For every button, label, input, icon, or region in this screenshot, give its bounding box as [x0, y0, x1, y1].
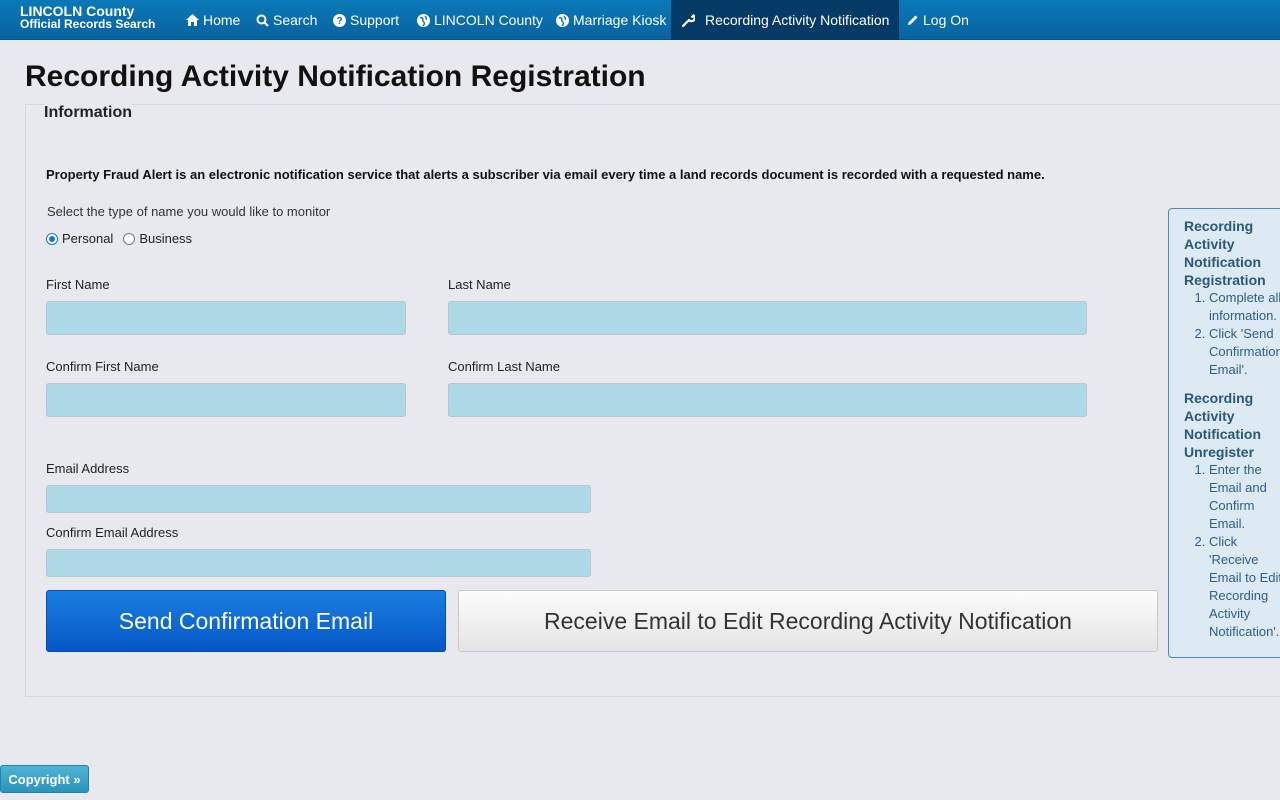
radio-business-label[interactable]: Business — [139, 231, 192, 246]
send-confirmation-email-button[interactable]: Send Confirmation Email — [46, 590, 446, 652]
question-circle-icon: ? — [332, 13, 346, 27]
nav-support[interactable]: ? Support — [332, 0, 399, 40]
search-icon — [255, 13, 269, 27]
copyright-button[interactable]: Copyright » — [0, 765, 89, 793]
nav-home-label: Home — [203, 12, 241, 28]
nav-county-label: LINCOLN County — [434, 12, 543, 28]
brand[interactable]: LINCOLN County Official Records Search — [20, 4, 156, 31]
svg-text:?: ? — [336, 16, 342, 27]
radio-business[interactable] — [123, 232, 136, 245]
radio-personal[interactable] — [46, 232, 58, 245]
nav-search-label: Search — [273, 12, 318, 28]
help-register-title: Recording Activity Notification Registra… — [1184, 218, 1266, 288]
help-unregister-step: Enter the Email and Confirm Email. — [1209, 461, 1280, 533]
help-register-steps: Complete all information. Click 'Send Co… — [1184, 289, 1280, 379]
radio-personal-label[interactable]: Personal — [62, 231, 113, 246]
confirm-last-name-field[interactable] — [448, 383, 1087, 417]
pencil-icon — [905, 13, 919, 27]
confirm-email-field[interactable] — [46, 549, 591, 577]
help-unregister-steps: Enter the Email and Confirm Email. Click… — [1184, 461, 1280, 641]
intro-text: Property Fraud Alert is an electronic no… — [46, 167, 1045, 182]
globe-icon — [416, 13, 430, 27]
top-navbar: LINCOLN County Official Records Search H… — [0, 0, 1280, 40]
email-field[interactable] — [46, 485, 591, 513]
email-label: Email Address — [46, 461, 130, 476]
first-name-label: First Name — [46, 277, 110, 292]
last-name-label: Last Name — [448, 277, 511, 292]
receive-email-edit-button[interactable]: Receive Email to Edit Recording Activity… — [458, 590, 1158, 652]
name-type-radio-group: Personal Business — [46, 231, 202, 246]
nav-marriage-kiosk[interactable]: Marriage Kiosk — [555, 0, 666, 40]
nav-log-on[interactable]: Log On — [905, 0, 969, 40]
nav-county[interactable]: LINCOLN County — [416, 0, 543, 40]
confirm-first-name-label: Confirm First Name — [46, 359, 159, 374]
information-legend: Information — [44, 104, 132, 122]
help-register-step: Click 'Send Confirmation Email'. — [1209, 325, 1280, 379]
first-name-field[interactable] — [46, 301, 406, 335]
nav-kiosk-label: Marriage Kiosk — [573, 12, 667, 28]
help-register-step: Complete all information. — [1209, 289, 1280, 325]
home-icon — [185, 13, 199, 27]
nav-support-label: Support — [350, 12, 400, 28]
confirm-first-name-field[interactable] — [46, 383, 406, 417]
wrench-icon — [681, 13, 695, 27]
nav-recording-activity-notification[interactable]: Recording Activity Notification — [671, 0, 900, 40]
nav-home[interactable]: Home — [185, 0, 240, 40]
name-type-label: Select the type of name you would like t… — [47, 204, 331, 219]
last-name-field[interactable] — [448, 301, 1087, 335]
globe-icon — [555, 13, 569, 27]
help-unregister-title: Recording Activity Notification Unregist… — [1184, 390, 1261, 460]
help-panel: Recording Activity Notification Registra… — [1168, 208, 1280, 658]
nav-notification-label: Recording Activity Notification — [705, 12, 890, 28]
brand-subtitle: Official Records Search — [20, 17, 156, 31]
nav-search[interactable]: Search — [255, 0, 317, 40]
help-unregister-step: Click 'Receive Email to Edit Recording A… — [1209, 533, 1280, 641]
page-title: Recording Activity Notification Registra… — [25, 60, 646, 93]
confirm-last-name-label: Confirm Last Name — [448, 359, 560, 374]
nav-logon-label: Log On — [923, 12, 969, 28]
confirm-email-label: Confirm Email Address — [46, 525, 179, 540]
